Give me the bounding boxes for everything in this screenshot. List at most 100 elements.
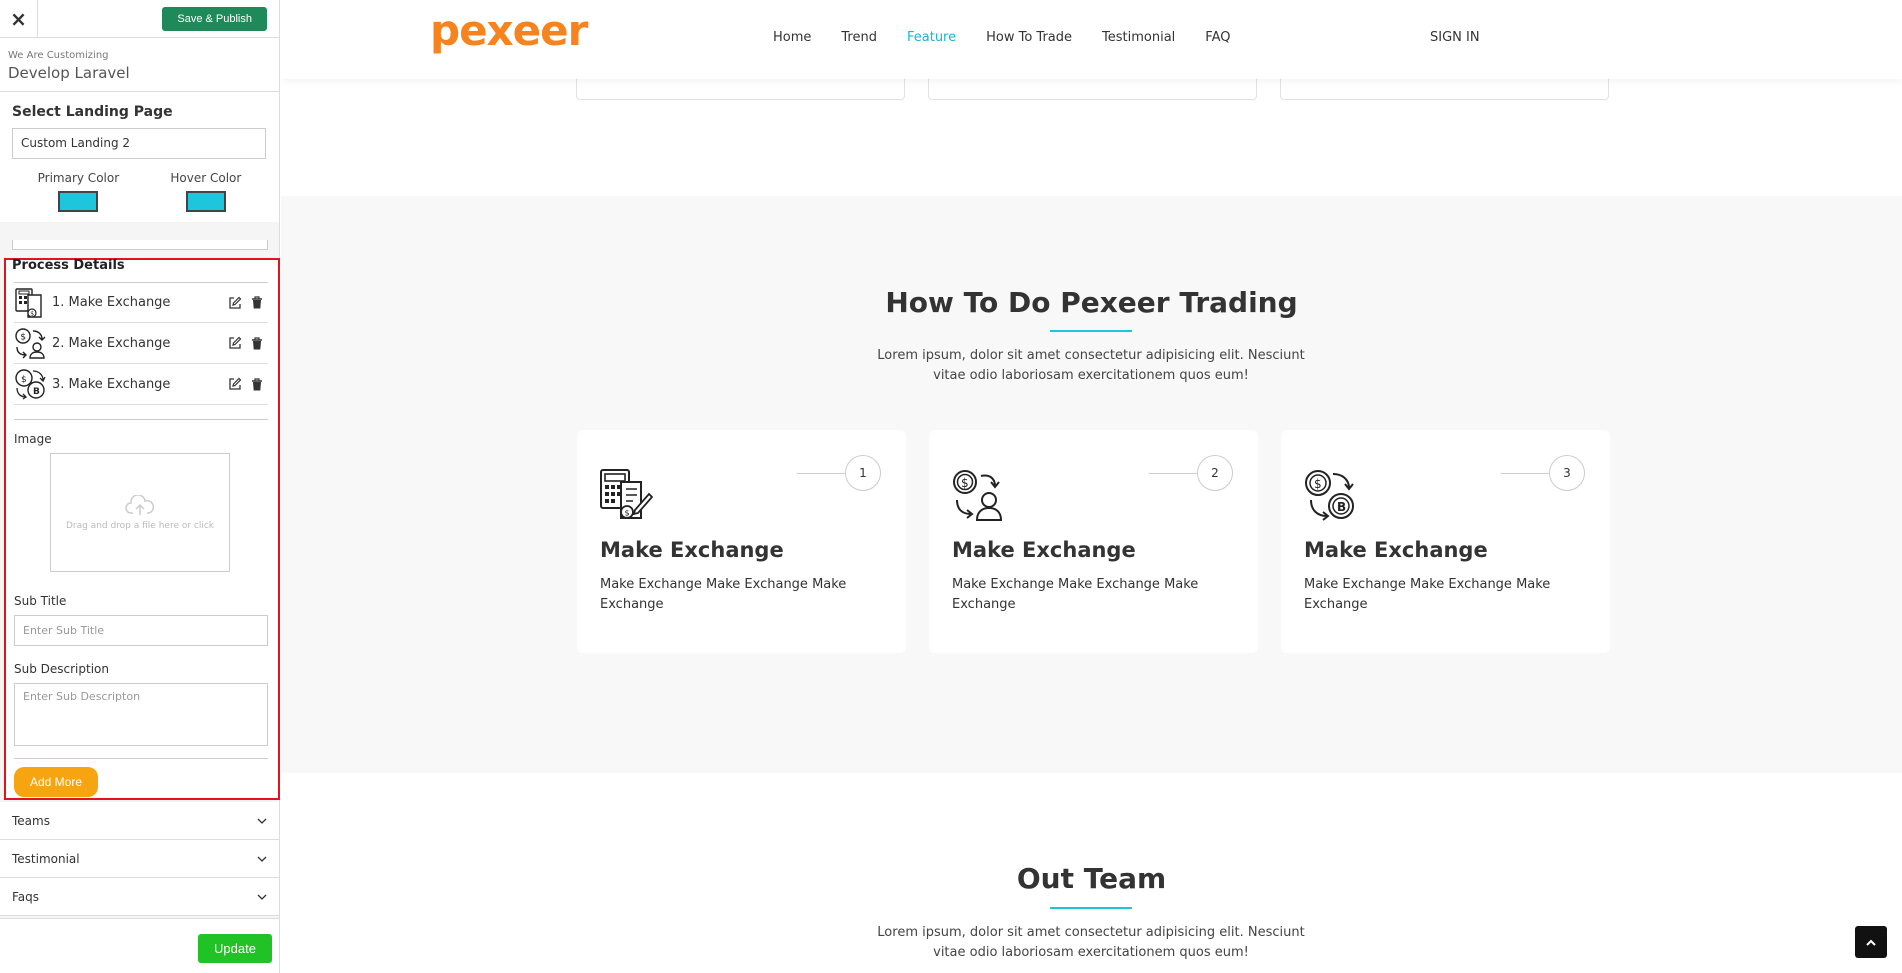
accordion-label: Testimonial [12, 851, 80, 866]
step-title: Make Exchange [1304, 538, 1488, 562]
site-logo[interactable]: pexeer [430, 6, 588, 55]
nav-feature[interactable]: Feature [907, 30, 956, 45]
process-details-panel: Process Details $1. Make Exchange $2. Mak… [4, 258, 280, 800]
process-item-label: 3. Make Exchange [52, 376, 171, 392]
dollar-bitcoin-exchange-icon: $B [15, 369, 46, 400]
svg-text:$: $ [30, 310, 34, 317]
accordion-testimonial[interactable]: Testimonial [0, 840, 279, 878]
step-card: $ B 3 Make Exchange Make Exchange Make E… [1281, 430, 1610, 653]
site-preview: pexeer Home Trend Feature How To Trade T… [281, 0, 1902, 973]
step-description: Make Exchange Make Exchange Make Exchang… [1304, 577, 1551, 612]
dropzone-text: Drag and drop a file here or click [65, 520, 215, 531]
step-title: Make Exchange [952, 538, 1136, 562]
process-item-label: 1. Make Exchange [52, 295, 171, 310]
step-line [797, 473, 845, 474]
landing-label: Select Landing Page [12, 104, 173, 120]
trash-icon [252, 377, 262, 390]
customizing-info: We Are Customizing Develop Laravel [0, 38, 279, 92]
title-underline [1050, 907, 1132, 909]
landing-section: Select Landing Page Custom Landing 2 [0, 92, 279, 167]
chevron-down-icon [257, 818, 267, 824]
how-to-description: Lorem ipsum, dolor sit amet consectetur … [877, 348, 1305, 383]
sidebar-header: × Save & Publish [0, 0, 279, 38]
svg-text:$: $ [20, 333, 26, 343]
calculator-document-icon: $ [600, 469, 653, 519]
team-description: Lorem ipsum, dolor sit amet consectetur … [877, 925, 1305, 960]
delete-button[interactable] [246, 296, 268, 309]
edit-button[interactable] [224, 336, 246, 350]
subdesc-label: Sub Description [14, 662, 109, 676]
hover-color-swatch[interactable] [185, 191, 226, 212]
close-button[interactable]: × [0, 0, 38, 38]
coin-exchange-user-icon: $ [15, 328, 46, 359]
accordion-label: Faqs [12, 889, 40, 904]
chevron-down-icon [257, 894, 267, 900]
dollar-bitcoin-exchange-icon: $ B [1305, 470, 1354, 521]
edit-icon [229, 377, 242, 390]
hover-color-item: Hover Color [170, 171, 241, 212]
step-number: 1 [845, 455, 881, 491]
step-line [1149, 473, 1197, 474]
subtitle-input[interactable]: Enter Sub Title [14, 615, 268, 646]
process-details-title: Process Details [12, 258, 125, 273]
scroll-top-button[interactable] [1855, 926, 1887, 958]
edit-button[interactable] [224, 377, 246, 391]
site-name: Develop Laravel [8, 64, 130, 82]
step-card: $ 2 Make Exchange Make Exchange Make Exc… [929, 430, 1258, 653]
step-number: 3 [1549, 455, 1585, 491]
primary-color-swatch[interactable] [58, 191, 99, 212]
svg-text:$: $ [625, 509, 630, 518]
accordion-label: Teams [12, 813, 50, 828]
divider [14, 758, 268, 759]
nav-home[interactable]: Home [773, 30, 811, 45]
subtitle-label: Sub Title [14, 594, 67, 608]
trash-icon [252, 296, 262, 309]
main-nav: Home Trend Feature How To Trade Testimon… [773, 30, 1260, 45]
hover-color-label: Hover Color [170, 171, 242, 185]
add-more-button[interactable]: Add More [14, 767, 99, 797]
step-description: Make Exchange Make Exchange Make Exchang… [600, 577, 847, 612]
svg-text:$: $ [1314, 477, 1322, 491]
team-title: Out Team [1016, 862, 1167, 895]
accordion-teams[interactable]: Teams [0, 802, 279, 840]
edit-icon [229, 336, 242, 349]
color-pickers: Primary Color Hover Color [0, 167, 279, 222]
process-item: $1. Make Exchange [14, 282, 268, 323]
step-card: $ 1 Make Exchange Make Exchange Make Exc… [577, 430, 906, 653]
svg-text:$: $ [961, 476, 969, 490]
trash-icon [252, 336, 262, 349]
customizing-label: We Are Customizing [8, 50, 109, 61]
svg-text:B: B [1337, 500, 1346, 514]
signin-link[interactable]: SIGN IN [1430, 30, 1480, 45]
step-title: Make Exchange [600, 538, 784, 562]
nav-faq[interactable]: FAQ [1205, 30, 1230, 45]
chevron-down-icon [257, 856, 267, 862]
nav-how-to-trade[interactable]: How To Trade [986, 30, 1072, 45]
coin-exchange-user-icon: $ [953, 470, 1003, 521]
edit-icon [229, 296, 242, 309]
cloud-upload-icon [125, 494, 155, 515]
delete-button[interactable] [246, 377, 268, 391]
step-description: Make Exchange Make Exchange Make Exchang… [952, 577, 1199, 612]
svg-text:B: B [33, 387, 40, 397]
previous-field-edge [12, 240, 268, 250]
delete-button[interactable] [246, 336, 268, 350]
svg-text:$: $ [21, 375, 27, 385]
nav-trend[interactable]: Trend [841, 30, 877, 45]
step-line [1501, 473, 1549, 474]
process-item: $ B 3. Make Exchange [14, 364, 268, 405]
nav-testimonial[interactable]: Testimonial [1102, 30, 1175, 45]
calculator-document-icon: $ [15, 287, 42, 318]
image-label: Image [14, 432, 52, 446]
accordion-faqs[interactable]: Faqs [0, 878, 279, 916]
save-publish-button[interactable]: Save & Publish [162, 6, 267, 31]
image-dropzone[interactable]: Drag and drop a file here or click [50, 453, 230, 572]
process-item: $2. Make Exchange [14, 323, 268, 364]
landing-select[interactable]: Custom Landing 2 [12, 128, 266, 159]
edit-button[interactable] [224, 296, 246, 310]
divider [14, 419, 268, 420]
how-to-title: How To Do Pexeer Trading [885, 286, 1298, 319]
update-button[interactable]: Update [198, 934, 272, 963]
process-list: $1. Make Exchange $2. Make Exchange $ B 3. M… [6, 282, 278, 405]
subdesc-textarea[interactable]: Enter Sub Descripton [14, 683, 268, 746]
